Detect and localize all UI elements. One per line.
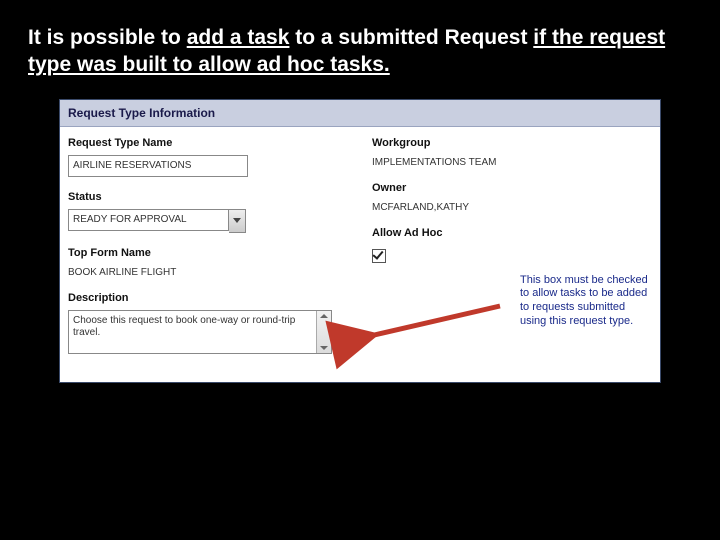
- description-label: Description: [68, 292, 348, 304]
- chevron-down-icon[interactable]: [229, 209, 246, 233]
- allow-adhoc-label: Allow Ad Hoc: [372, 227, 652, 239]
- status-value: READY FOR APPROVAL: [68, 209, 229, 231]
- request-type-name-field[interactable]: AIRLINE RESERVATIONS: [68, 155, 248, 177]
- callout-text: This box must be checked to allow tasks …: [520, 274, 650, 329]
- workgroup-label: Workgroup: [372, 137, 652, 149]
- owner-label: Owner: [372, 182, 652, 194]
- stage: Request Type Information Request Type Na…: [0, 99, 720, 423]
- top-form-name-label: Top Form Name: [68, 247, 348, 259]
- left-column: Request Type Name AIRLINE RESERVATIONS S…: [68, 137, 348, 368]
- headline: It is possible to add a task to a submit…: [0, 0, 720, 89]
- headline-add: add a task: [187, 26, 290, 49]
- allow-adhoc-checkbox[interactable]: [372, 249, 386, 263]
- request-type-panel: Request Type Information Request Type Na…: [59, 99, 661, 383]
- description-field[interactable]: Choose this request to book one-way or r…: [68, 310, 332, 354]
- owner-value: MCFARLAND,KATHY: [372, 200, 652, 213]
- status-select[interactable]: READY FOR APPROVAL: [68, 209, 246, 233]
- workgroup-value: IMPLEMENTATIONS TEAM: [372, 155, 652, 168]
- status-label: Status: [68, 191, 348, 203]
- headline-pre: It is possible to: [28, 26, 187, 49]
- request-type-name-label: Request Type Name: [68, 137, 348, 149]
- arrow-icon: [350, 296, 510, 356]
- top-form-name-value: BOOK AIRLINE FLIGHT: [68, 265, 348, 278]
- scrollbar-icon[interactable]: [316, 311, 331, 353]
- description-value: Choose this request to book one-way or r…: [73, 315, 295, 339]
- panel-title: Request Type Information: [60, 100, 660, 127]
- headline-mid: to a submitted Request: [289, 26, 533, 49]
